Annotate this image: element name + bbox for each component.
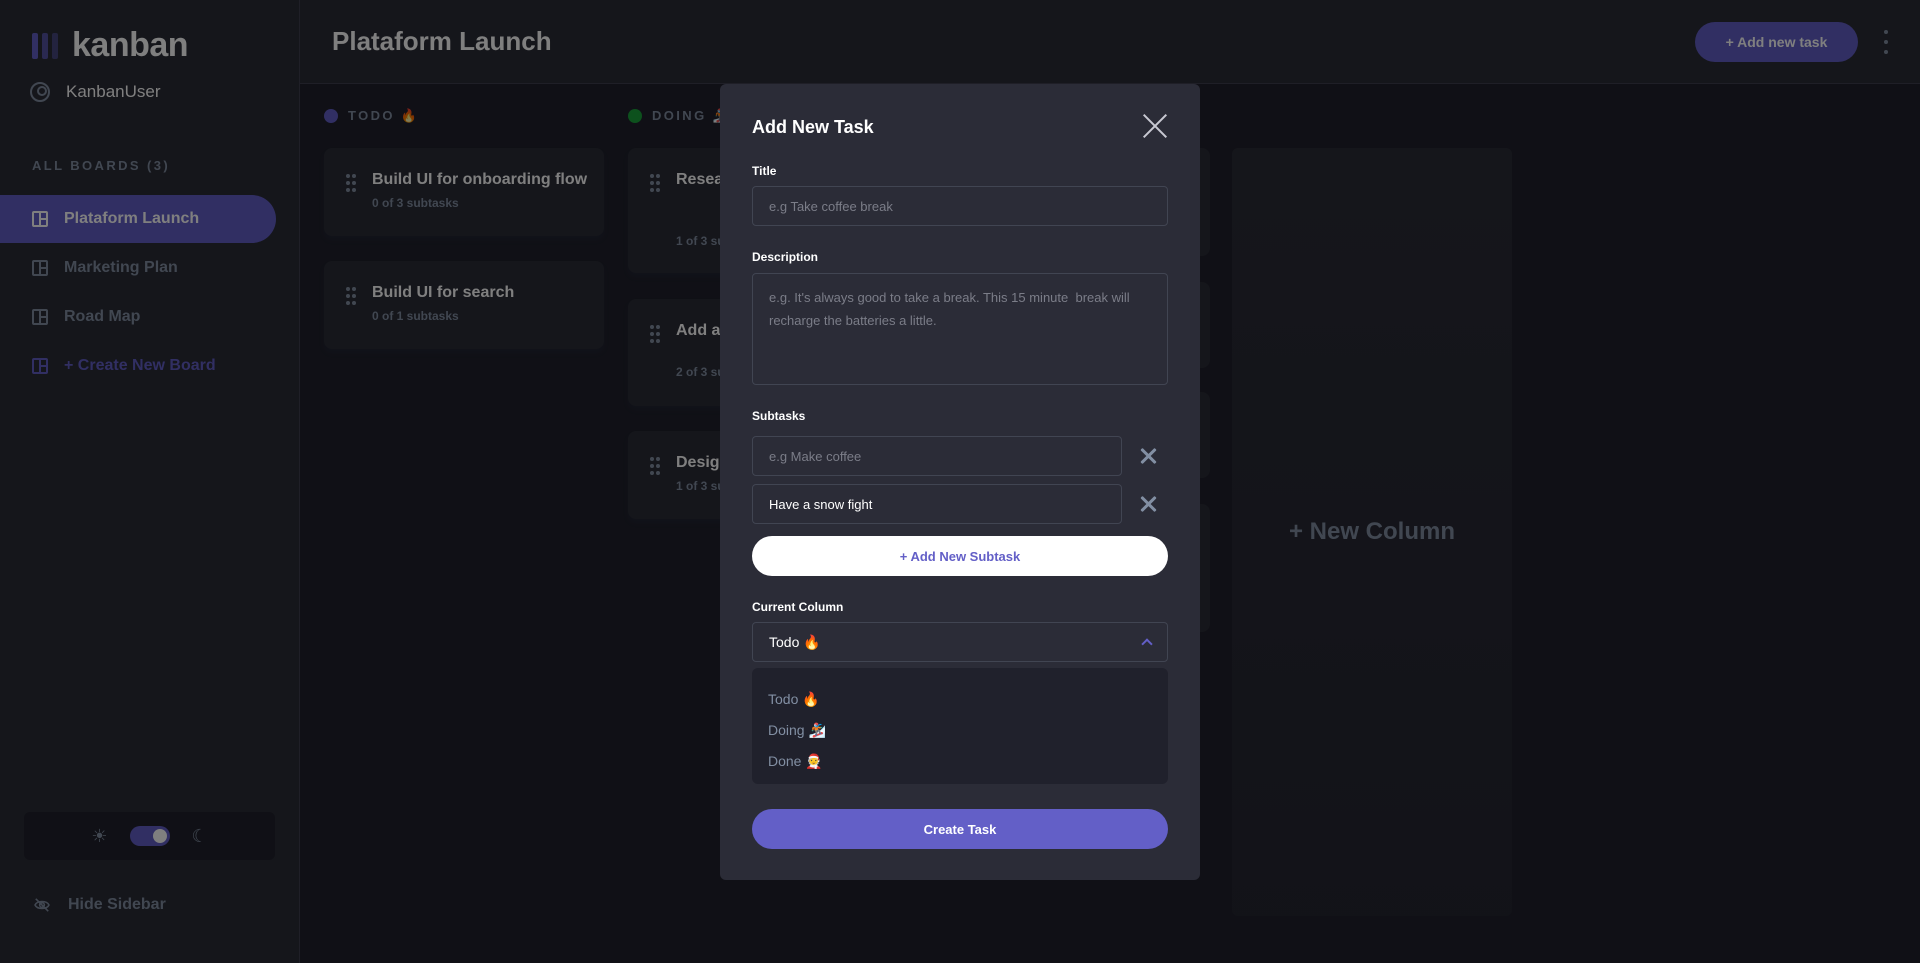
- dropdown-option[interactable]: Done 🧑‍🎄: [768, 746, 1152, 777]
- column-dropdown: Todo 🔥 Doing 🏂 Done 🧑‍🎄: [752, 668, 1168, 784]
- current-column-select[interactable]: Todo 🔥: [752, 622, 1168, 662]
- title-label: Title: [752, 164, 777, 178]
- chevron-up-icon: [1141, 637, 1151, 647]
- current-column-label: Current Column: [752, 600, 844, 614]
- subtasks-label: Subtasks: [752, 409, 806, 423]
- add-task-modal: Add New Task Title Description Subtasks …: [720, 84, 1200, 880]
- selected-column: Todo 🔥: [769, 633, 821, 650]
- description-input[interactable]: [752, 273, 1168, 385]
- subtask-input[interactable]: [752, 484, 1122, 524]
- modal-title: Add New Task: [752, 117, 874, 137]
- create-task-button[interactable]: Create Task: [752, 809, 1168, 849]
- dropdown-option[interactable]: Doing 🏂: [768, 715, 1152, 746]
- remove-subtask-icon[interactable]: [1140, 448, 1156, 464]
- subtask-input[interactable]: [752, 436, 1122, 476]
- add-subtask-button[interactable]: + Add New Subtask: [752, 536, 1168, 576]
- remove-subtask-icon[interactable]: [1140, 496, 1156, 512]
- title-input[interactable]: [752, 186, 1168, 226]
- close-icon[interactable]: [1142, 113, 1168, 139]
- app: kanban KanbanUser ALL BOARDS (3) Platafo…: [0, 0, 1920, 963]
- description-label: Description: [752, 250, 819, 264]
- dropdown-option[interactable]: Todo 🔥: [768, 684, 1152, 715]
